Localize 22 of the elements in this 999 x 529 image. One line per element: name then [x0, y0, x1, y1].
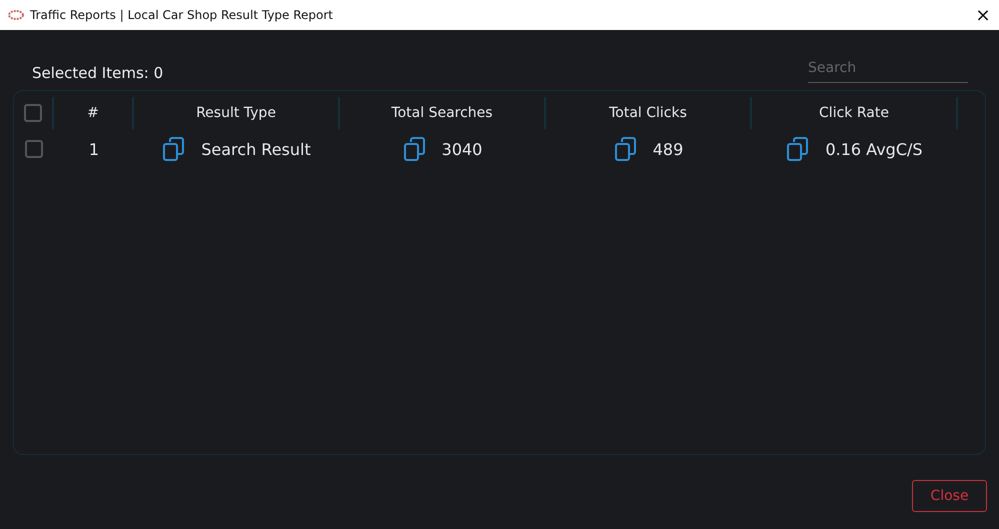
copy-icon[interactable] [404, 137, 426, 161]
close-button[interactable]: Close [912, 480, 987, 512]
column-header[interactable]: Total Searches [391, 105, 493, 121]
column-header[interactable]: # [87, 105, 99, 121]
copy-icon[interactable] [787, 137, 810, 161]
copy-icon[interactable] [614, 137, 637, 161]
copy-icon[interactable] [163, 137, 186, 161]
selected-count: Selected Items: 0 [32, 64, 164, 82]
checkbox[interactable] [24, 104, 42, 122]
table-cell: 489 [652, 140, 684, 158]
close-icon[interactable]: × [967, 4, 999, 26]
column-header[interactable]: Total Clicks [609, 105, 687, 121]
table-cell: 0.16 AvgC/S [825, 140, 923, 158]
column-header[interactable]: Click Rate [819, 105, 889, 121]
table-cell: Search Result [201, 140, 311, 158]
table-cell: 3040 [442, 140, 482, 158]
column-header[interactable]: Result Type [196, 105, 276, 121]
app-logo-icon [8, 10, 24, 20]
window-title: Traffic Reports | Local Car Shop Result Type Report [30, 8, 334, 22]
checkbox[interactable] [25, 140, 43, 158]
search-field[interactable]: Search [808, 58, 968, 83]
row-number: 1 [88, 140, 100, 158]
